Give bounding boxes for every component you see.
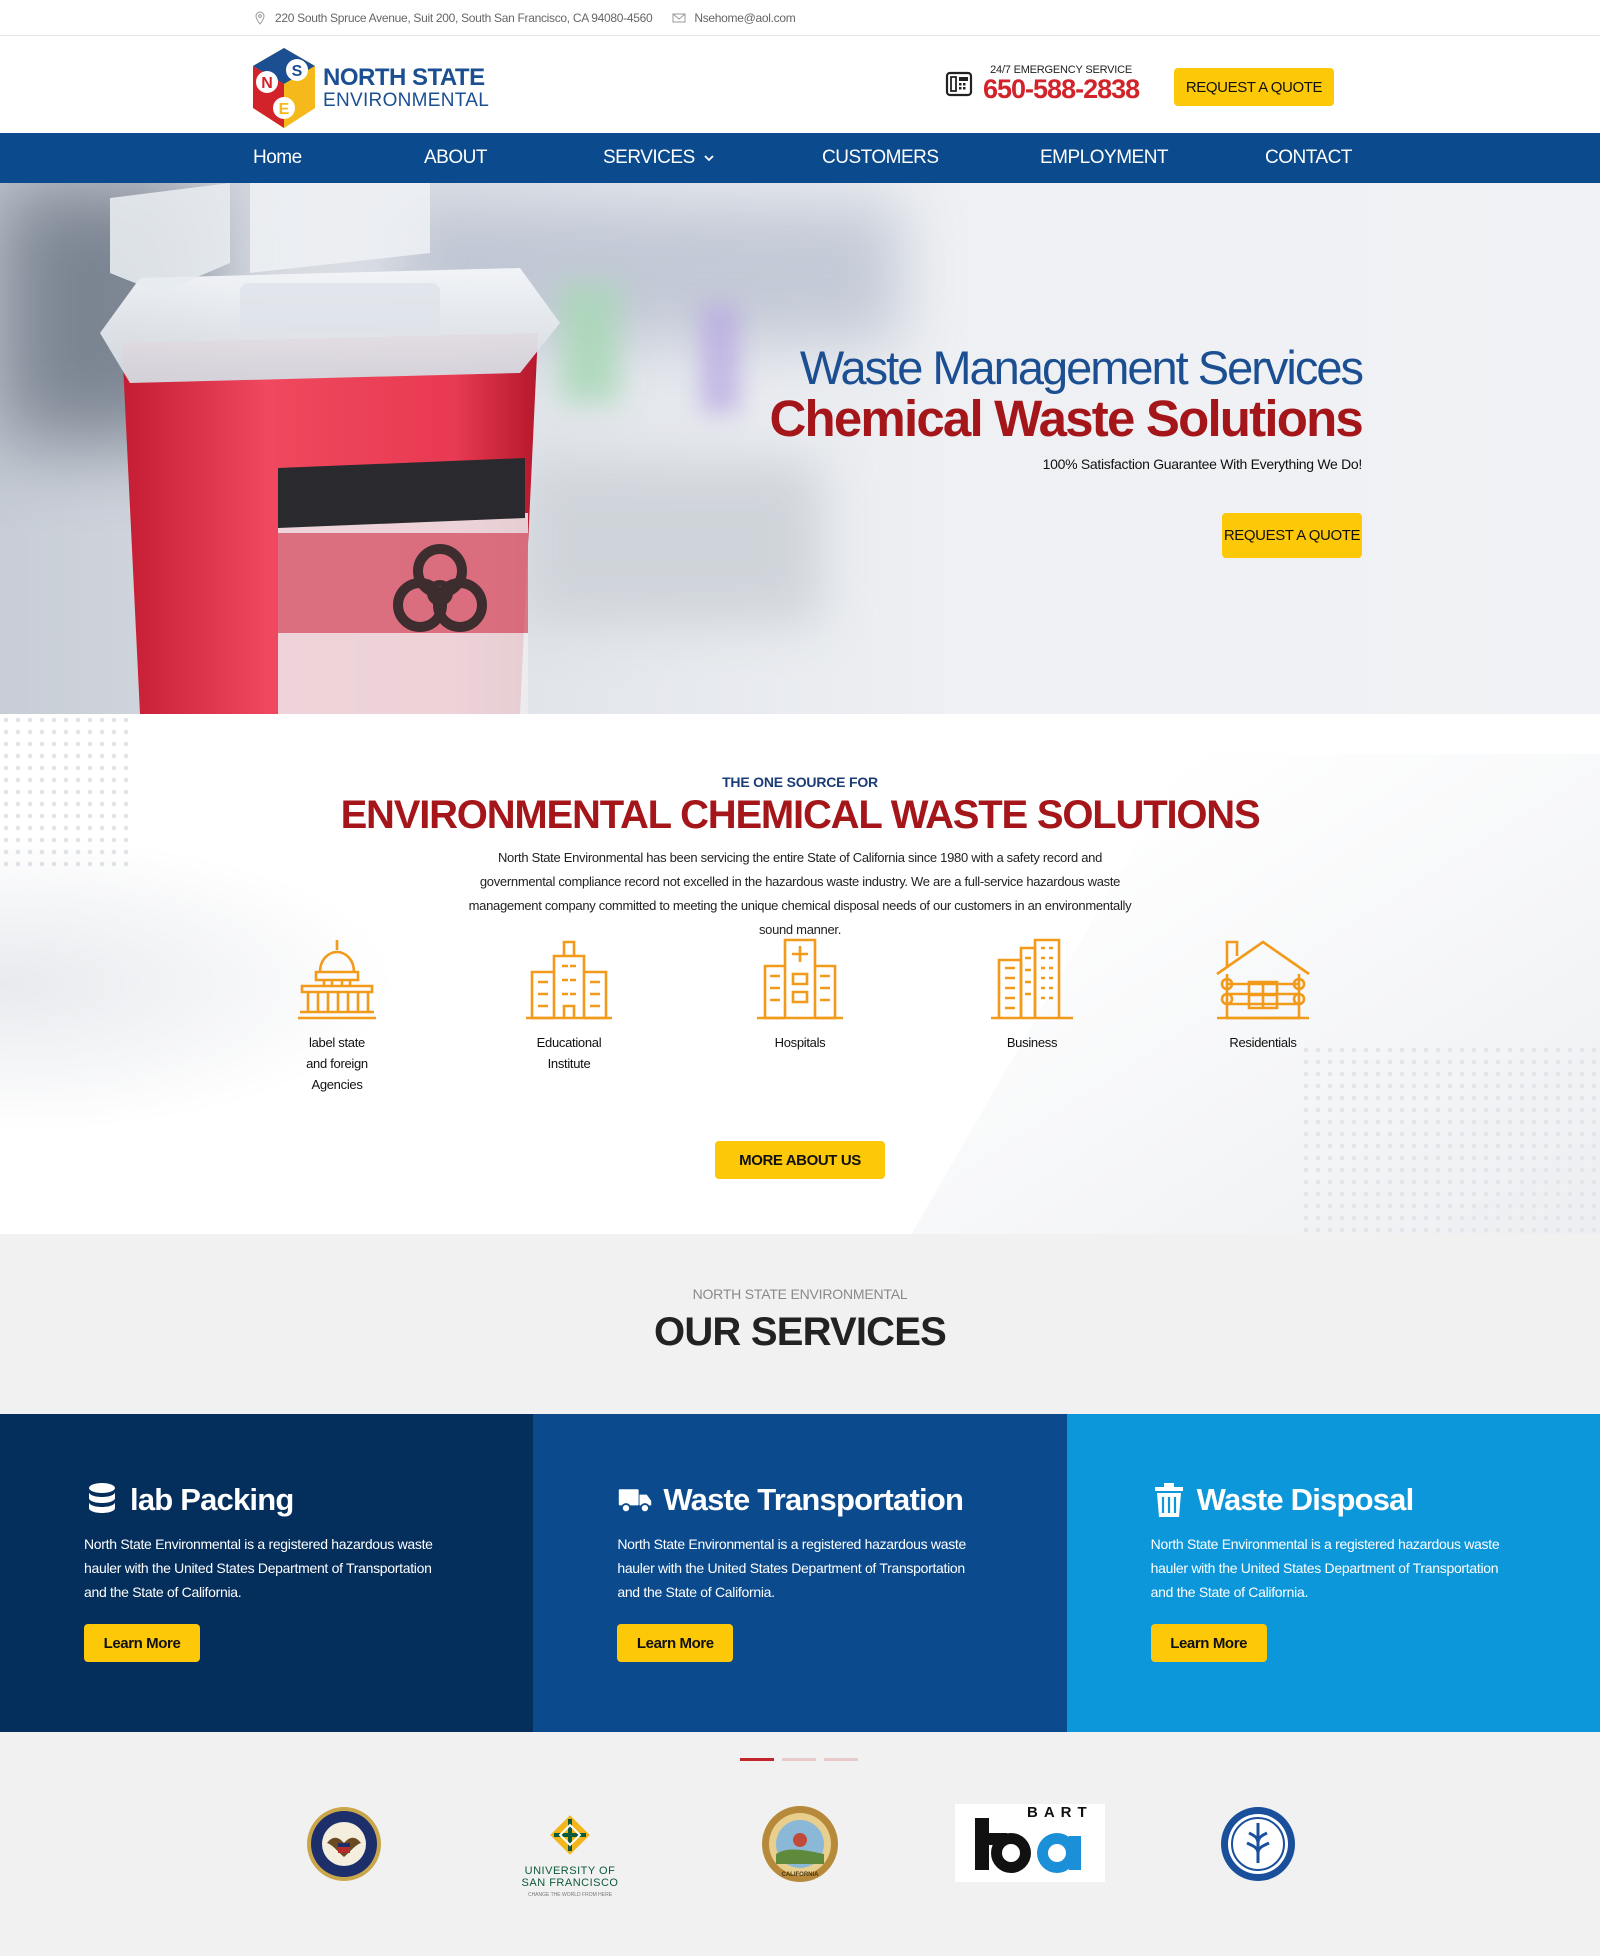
about-title: ENVIRONMENTAL CHEMICAL WASTE SOLUTIONS <box>340 793 1261 837</box>
category-hospitals[interactable]: Hospitals <box>725 936 875 1053</box>
category-label: Business <box>1006 1035 1058 1050</box>
category-label: Educational Institute <box>536 1035 602 1071</box>
envelope-icon <box>672 11 686 25</box>
email-text[interactable]: Nsehome@aol.com <box>694 11 795 25</box>
learn-more-button[interactable]: Learn More <box>1150 1624 1267 1662</box>
hero-title: Chemical Waste Solutions <box>769 390 1363 448</box>
category-education[interactable]: Educational Institute <box>494 936 644 1074</box>
emergency-contact[interactable]: 24/7 EMERGENCY SERVICE 650-588-2838 <box>945 64 1140 103</box>
usf-line2: SAN FRANCISCO <box>521 1877 619 1889</box>
phone-number[interactable]: 650-588-2838 <box>983 76 1140 103</box>
service-text: North State Environmental is a registere… <box>84 1536 433 1600</box>
hero-request-quote-button[interactable]: REQUEST A QUOTE <box>1222 513 1362 558</box>
chevron-down-icon <box>704 155 714 162</box>
logo-bart[interactable]: BART <box>955 1804 1105 1882</box>
service-title: Waste Transportation <box>663 1482 964 1517</box>
learn-more-button[interactable]: Learn More <box>84 1624 200 1662</box>
logo-lacc[interactable] <box>1218 1804 1298 1884</box>
request-quote-button[interactable]: REQUEST A QUOTE <box>1174 68 1334 106</box>
service-card-waste-disposal: Waste Disposal North State Environmental… <box>1066 1414 1600 1732</box>
slider-dots <box>740 1758 866 1761</box>
address: 220 South Spruce Avenue, Suit 200, South… <box>253 10 653 25</box>
hero-tagline: 100% Satisfaction Guarantee With Everyth… <box>1042 455 1363 472</box>
category-agencies[interactable]: label state and foreign Agencies <box>262 936 412 1095</box>
services-header: NORTH STATE ENVIRONMENTAL OUR SERVICES <box>0 1234 1600 1414</box>
lacc-seal-icon <box>1221 1807 1295 1881</box>
truck-icon <box>617 1482 653 1518</box>
svg-text:E: E <box>279 101 290 118</box>
slider-dot[interactable] <box>824 1758 858 1761</box>
services-kicker: NORTH STATE ENVIRONMENTAL <box>692 1286 908 1302</box>
service-card-waste-transportation: Waste Transportation North State Environ… <box>533 1414 1067 1732</box>
about-section: THE ONE SOURCE FOR ENVIRONMENTAL CHEMICA… <box>0 714 1600 1234</box>
usf-line1: UNIVERSITY OF <box>524 1865 616 1877</box>
category-residentials[interactable]: Residentials <box>1188 936 1338 1053</box>
nav-item-about[interactable]: ABOUT <box>424 133 487 183</box>
usf-cross-icon <box>550 1815 590 1855</box>
category-label: Hospitals <box>774 1035 826 1050</box>
service-title: Waste Disposal <box>1196 1482 1415 1517</box>
about-description: North State Environmental has been servi… <box>468 850 1132 937</box>
category-label: label state and foreign Agencies <box>306 1035 368 1092</box>
phone-icon <box>945 71 973 96</box>
address-text: 220 South Spruce Avenue, Suit 200, South… <box>275 10 653 25</box>
header: N S E NORTH STATE ENVIRONMENTAL 24/7 EME… <box>0 36 1600 133</box>
services-cards: lab Packing North State Environmental is… <box>0 1414 1600 1732</box>
top-bar: 220 South Spruce Avenue, Suit 200, South… <box>0 0 1600 36</box>
database-icon <box>84 1482 120 1518</box>
about-kicker: THE ONE SOURCE FOR <box>722 774 878 790</box>
category-label: Residentials <box>1229 1035 1297 1050</box>
hero-banner: Waste Management Services Chemical Waste… <box>0 183 1600 714</box>
service-title: lab Packing <box>130 1482 294 1517</box>
hospital-icon <box>757 938 843 1020</box>
nse-hex-logo-icon: N S E <box>253 48 315 128</box>
nav-item-customers[interactable]: CUSTOMERS <box>822 133 939 183</box>
services-title: OUR SERVICES <box>654 1310 947 1354</box>
email[interactable]: Nsehome@aol.com <box>672 11 796 25</box>
logo-usf[interactable]: UNIVERSITY OF SAN FRANCISCO CHANGE THE W… <box>520 1804 620 1904</box>
category-business[interactable]: Business <box>957 936 1107 1053</box>
page-bottom-spacer <box>0 1900 1600 1956</box>
trash-icon <box>1151 1482 1187 1518</box>
service-card-lab-packing: lab Packing North State Environmental is… <box>0 1414 534 1732</box>
logo-line1: NORTH STATE <box>323 64 485 92</box>
office-building-icon <box>991 938 1073 1020</box>
svg-text:S: S <box>292 63 303 80</box>
more-about-us-button[interactable]: MORE ABOUT US <box>715 1141 885 1179</box>
slider-dot[interactable] <box>782 1758 816 1761</box>
slider-dot[interactable] <box>740 1758 774 1761</box>
main-nav: Home ABOUT SERVICES CUSTOMERS EMPLOYMENT… <box>0 133 1600 183</box>
nav-item-contact[interactable]: CONTACT <box>1265 133 1352 183</box>
capitol-icon <box>298 940 376 1020</box>
nav-item-employment[interactable]: EMPLOYMENT <box>1040 133 1169 183</box>
service-text: North State Environmental is a registere… <box>1150 1536 1500 1600</box>
veterans-affairs-seal-icon <box>307 1807 381 1881</box>
service-text: North State Environmental is a registere… <box>617 1536 966 1600</box>
california-seal-label: CALIFORNIA <box>781 1872 819 1878</box>
nav-item-services-label: SERVICES <box>603 147 695 168</box>
logo-california-seal[interactable]: CALIFORNIA <box>760 1804 840 1884</box>
bart-label: BART <box>1027 1804 1093 1821</box>
site-logo[interactable]: N S E NORTH STATE ENVIRONMENTAL <box>251 46 489 130</box>
hero-subtitle: Waste Management Services <box>799 341 1364 394</box>
learn-more-button[interactable]: Learn More <box>617 1624 734 1662</box>
map-pin-icon <box>253 10 267 25</box>
sharps-container-image <box>100 183 560 714</box>
logo-line2: ENVIRONMENTAL <box>323 89 490 111</box>
logo-veterans-affairs[interactable] <box>304 1804 384 1884</box>
usf-line3: CHANGE THE WORLD FROM HERE <box>527 1892 613 1898</box>
house-icon <box>1216 940 1310 1020</box>
nav-item-home[interactable]: Home <box>253 133 302 183</box>
svg-text:N: N <box>261 75 273 92</box>
school-icon <box>526 940 612 1020</box>
nav-item-services[interactable]: SERVICES <box>603 133 715 183</box>
